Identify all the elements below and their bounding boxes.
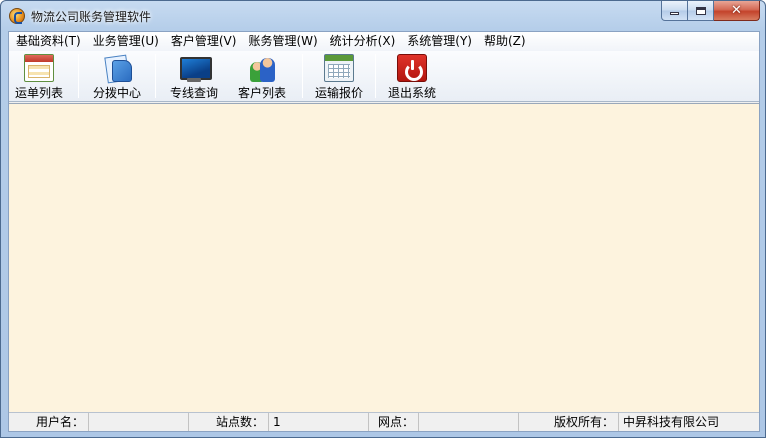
calendar-list-icon — [24, 54, 54, 82]
status-user-value — [89, 413, 189, 431]
close-icon: ✕ — [731, 3, 742, 18]
transport-quote-button[interactable]: 运输报价 — [303, 51, 375, 101]
customer-list-button[interactable]: 客户列表 — [232, 51, 292, 101]
power-icon — [397, 54, 427, 82]
status-copyright-label: 版权所有： — [519, 413, 619, 431]
line-query-button[interactable]: 专线查询 — [156, 51, 232, 101]
line-query-label: 专线查询 — [169, 86, 218, 100]
mdi-workspace[interactable] — [9, 103, 759, 412]
menu-bar: 基础资料(T) 业务管理(U) 客户管理(V) 账务管理(W) 统计分析(X) … — [9, 32, 759, 51]
menu-basic-data[interactable]: 基础资料(T) — [9, 32, 87, 51]
status-copyright-value: 中昇科技有限公司 — [623, 415, 720, 429]
transport-quote-label: 运输报价 — [314, 86, 363, 100]
distribution-center-label: 分拨中心 — [92, 86, 141, 100]
menu-accounts[interactable]: 账务管理(W) — [242, 32, 323, 51]
status-station-label: 站点数： — [189, 413, 269, 431]
client-area: 基础资料(T) 业务管理(U) 客户管理(V) 账务管理(W) 统计分析(X) … — [8, 31, 760, 432]
window-title: 物流公司账务管理软件 — [31, 10, 152, 24]
menu-customer[interactable]: 客户管理(V) — [165, 32, 243, 51]
customer-list-label: 客户列表 — [237, 86, 286, 100]
app-logo-icon[interactable] — [9, 8, 25, 24]
minimize-button[interactable] — [661, 1, 688, 21]
documents-icon — [102, 54, 132, 82]
app-window: 物流公司账务管理软件 ✕ 基础资料(T) 业务管理(U) 客户管理(V) 账务管… — [0, 0, 766, 438]
status-branch-label: 网点： — [369, 413, 419, 431]
maximize-icon — [695, 6, 706, 15]
exit-system-label: 退出系统 — [387, 86, 436, 100]
exit-system-button[interactable]: 退出系统 — [376, 51, 448, 101]
window-controls: ✕ — [661, 1, 760, 21]
people-icon — [247, 54, 277, 82]
status-station-value: 1 — [269, 413, 369, 431]
minimize-icon — [670, 12, 679, 15]
waybill-list-label: 运单列表 — [14, 86, 63, 100]
status-branch-value — [419, 413, 519, 431]
close-button[interactable]: ✕ — [714, 1, 760, 21]
distribution-center-button[interactable]: 分拨中心 — [79, 51, 155, 101]
waybill-list-button[interactable]: 运单列表 — [9, 51, 69, 101]
title-bar[interactable]: 物流公司账务管理软件 ✕ — [1, 1, 765, 31]
status-user-label: 用户名： — [9, 413, 89, 431]
menu-business[interactable]: 业务管理(U) — [87, 32, 165, 51]
spreadsheet-icon — [324, 54, 354, 82]
toolbar: 运单列表 分拨中心 专线查询 客户列表 运输报价 退出系统 — [9, 51, 759, 102]
maximize-button[interactable] — [688, 1, 714, 21]
menu-statistics[interactable]: 统计分析(X) — [324, 32, 402, 51]
menu-system[interactable]: 系统管理(Y) — [401, 32, 478, 51]
menu-help[interactable]: 帮助(Z) — [478, 32, 532, 51]
monitor-icon — [179, 54, 212, 82]
status-bar: 用户名： 站点数： 1 网点： 版权所有： 中昇科技有限公司 — [9, 412, 759, 431]
